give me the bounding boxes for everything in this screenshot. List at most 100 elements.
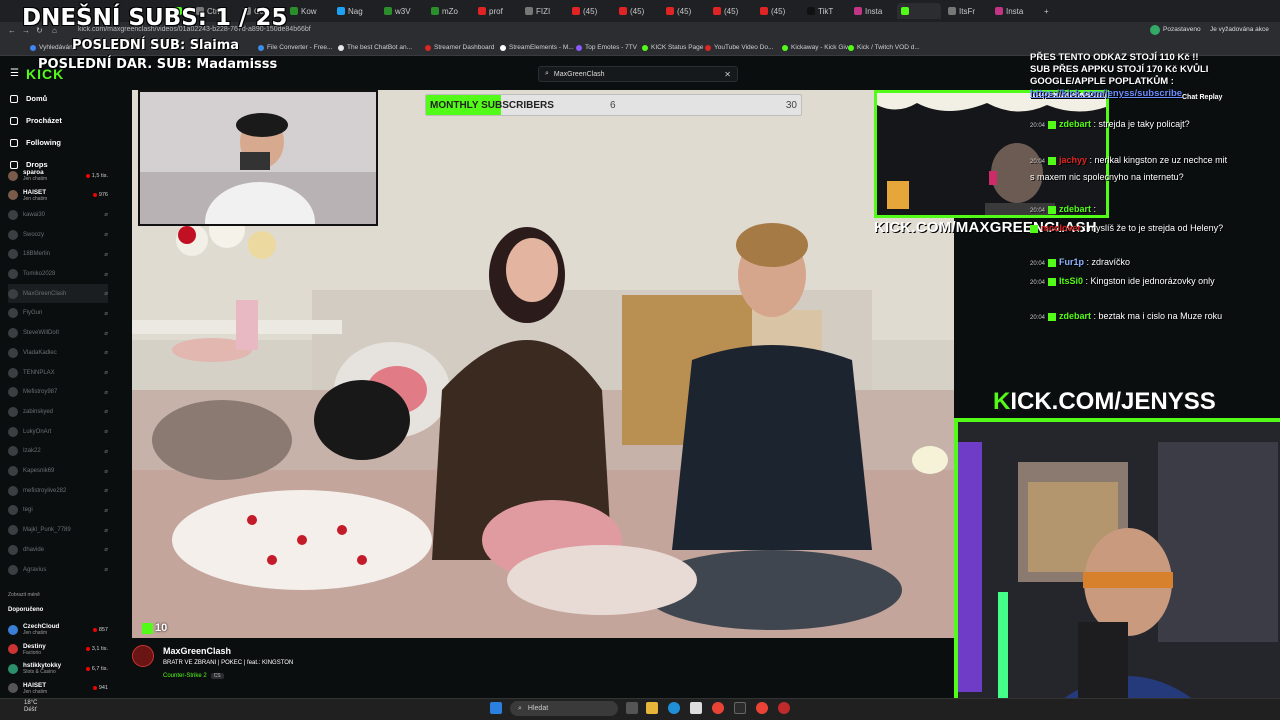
browser-tab[interactable]: (45) [568,3,612,19]
channel-item[interactable]: FlyGun ⌀ [8,304,108,323]
channel-item[interactable]: Tomiko2028 ⌀ [8,265,108,284]
streamer-name[interactable]: MaxGreenClash [163,646,231,656]
browser-tab[interactable]: Kow [286,3,330,19]
bookmark-item[interactable]: Kickaway - Kick Giv... [782,44,853,51]
profile-status[interactable]: Pozastaveno [1163,26,1201,33]
bookmark-item[interactable]: Streamer Dashboard [425,44,494,51]
back-icon[interactable]: ← [8,26,16,35]
channel-item[interactable]: MaxGreenClash ⌀ [8,284,108,304]
browser-tab[interactable]: FIZI [521,3,565,19]
sidebar-item-compass[interactable]: Procházet [10,116,62,125]
store-icon[interactable] [690,702,702,714]
subscriber-badge-icon [1048,156,1057,165]
obs-icon[interactable] [778,702,790,714]
bookmark-item[interactable]: KICK Status Page [642,44,703,51]
browser-tab[interactable]: (45) [709,3,753,19]
featured-channel-item[interactable]: hstikkytokky Slots & Casino 6,7 tis. [8,659,108,678]
channel-item[interactable]: mefistroylive282 ⌀ [8,481,108,500]
bookmark-item[interactable]: File Converter - Free... [258,44,332,51]
browser-tab[interactable]: w3V [380,3,424,19]
chat-text: : [1091,204,1097,214]
bookmark-item[interactable]: Top Emotes - 7TV [576,44,637,51]
chrome-profile-icon[interactable] [756,702,768,714]
chat-username[interactable]: zdebart [1059,204,1091,214]
browser-tab[interactable]: (45) [615,3,659,19]
chat-username[interactable]: zdebart [1059,119,1091,129]
monthly-current: 6 [610,100,616,111]
channel-item[interactable]: Swoozy ⌀ [8,225,108,244]
chat-username[interactable]: jachyy [1059,155,1087,165]
featured-channel-item[interactable]: Destiny Factorio 3,1 tis. [8,640,108,659]
channel-item[interactable]: Agravius ⌀ [8,560,108,579]
channel-item[interactable]: LukyOnArt ⌀ [8,422,108,441]
clear-search-icon[interactable]: ✕ [724,70,731,79]
category-tag[interactable]: CS [210,673,224,679]
browser-tab[interactable]: prof [474,3,518,19]
browser-tab[interactable]: ItsFr [944,3,988,19]
bookmark-item[interactable]: The best ChatBot an... [338,44,412,51]
browser-tab[interactable]: Nag [333,3,377,19]
featured-channel-item[interactable]: HAISET Jen chatim 941 [8,679,108,698]
edge-icon[interactable] [668,702,680,714]
channel-name-text: tegi [23,507,33,514]
channel-item[interactable]: VladaKadlec ⌀ [8,343,108,362]
channel-item[interactable]: sparoa Jen chatim 1,5 tis. [8,166,108,185]
chat-username[interactable]: zdebart [1059,311,1091,321]
channel-name-text: Kapesnik69 [23,468,55,474]
browser-tab[interactable]: (45) [756,3,800,19]
browser-tab[interactable]: Insta [850,3,894,19]
channel-item[interactable]: 18BMerlin ⌀ [8,245,108,264]
bookmark-item[interactable]: YouTube Video Do... [705,44,773,51]
chat-username[interactable]: mcolover [1041,223,1081,233]
chat-username[interactable]: ItsSi0 [1059,276,1083,286]
file-explorer-icon[interactable] [646,702,658,714]
sidebar-item-home[interactable]: Domů [10,94,47,103]
sidebar-item-heart[interactable]: Following [10,138,61,147]
channel-item[interactable]: TENNPLAX ⌀ [8,363,108,382]
profile-avatar[interactable] [1150,25,1160,35]
channel-item[interactable]: zabinskyed ⌀ [8,402,108,421]
chat-replay-label[interactable]: Chat Replay [1182,94,1222,101]
search-input[interactable]: ⌕ MaxGreenClash ✕ [538,66,738,82]
chat-username[interactable]: Fur1p [1059,257,1084,267]
channel-item[interactable]: dhavide ⌀ [8,540,108,559]
streamer-avatar[interactable] [132,645,154,667]
browser-tab[interactable]: mZo [427,3,471,19]
channel-item[interactable]: Kapesnik69 ⌀ [8,462,108,481]
show-less-link[interactable]: Zobrazit méně [8,592,40,598]
terminal-icon[interactable] [734,702,746,714]
jenyss-url-rest: ICK.COM/JENYSS [1010,388,1216,415]
bookmark-item[interactable]: Vyhledávání [30,44,75,51]
bookmark-icon [705,44,711,51]
tab-favicon-icon [901,7,909,15]
chat-timestamp: 20:04 [1030,261,1046,267]
jenyss-url-prefix: K [993,388,1011,415]
browser-tab[interactable]: TikT [803,3,847,19]
new-tab-button[interactable]: + [1040,3,1053,19]
featured-channel-item[interactable]: CzechCloud Jen chatim 857 [8,620,108,639]
task-view-icon[interactable] [626,702,638,714]
channel-item[interactable]: tegi ⌀ [8,501,108,520]
taskbar-search[interactable]: ⌕ Hledat [510,701,618,716]
viewer-count: 10 [142,622,167,634]
weather-widget[interactable]: 18°C Déšť [24,700,37,714]
channel-item[interactable]: Majkl_Punk_7789 ⌀ [8,521,108,540]
stream-category[interactable]: Counter-Strike 2 CS [163,673,224,679]
channel-item[interactable]: Mefistroy987 ⌀ [8,383,108,402]
chat-timestamp: 20:04 [1030,208,1046,214]
channel-item[interactable]: HAISET Jen chatim 976 [8,186,108,205]
bookmark-item[interactable]: Kick / Twitch VOD d... [848,44,920,51]
subscribe-link[interactable]: https://kick.com/jenyss/subscribe [1030,88,1280,100]
channel-item[interactable]: kawai30 ⌀ [8,205,108,224]
category-name[interactable]: Counter-Strike 2 [163,673,207,679]
chrome-icon[interactable] [712,702,724,714]
menu-icon[interactable]: ☰ [10,68,19,79]
windows-start-icon[interactable] [490,702,502,714]
action-required[interactable]: Je vyžadována akce [1210,26,1269,33]
channel-item[interactable]: SteveWillDoIt ⌀ [8,324,108,343]
channel-item[interactable]: Izak22 ⌀ [8,442,108,461]
browser-tab[interactable]: (45) [662,3,706,19]
bookmark-item[interactable]: StreamElements - M... [500,44,574,51]
browser-tab[interactable] [897,3,941,19]
browser-tab[interactable]: Insta [991,3,1035,19]
